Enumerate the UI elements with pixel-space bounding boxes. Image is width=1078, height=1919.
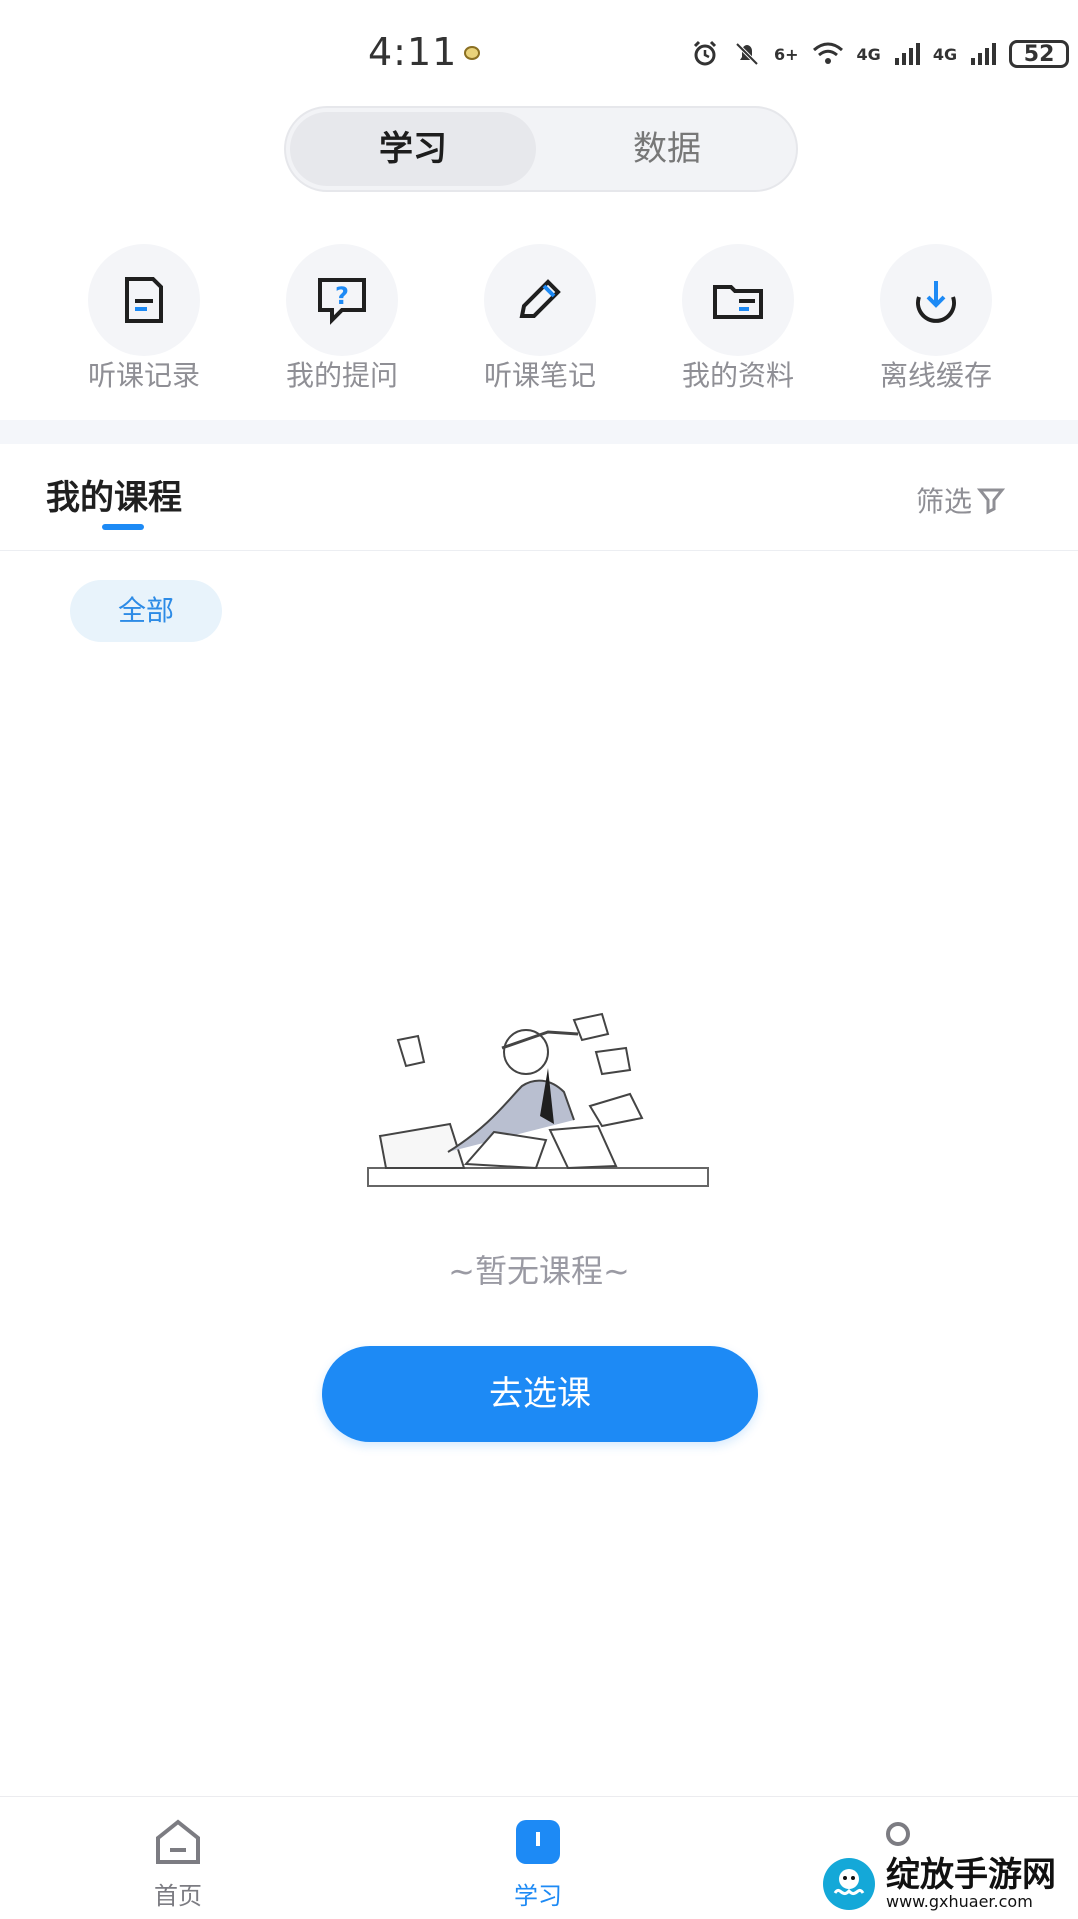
tool-label-my-materials: 我的资料 bbox=[681, 359, 794, 392]
tool-listening-records[interactable] bbox=[88, 244, 200, 356]
study-icon bbox=[516, 1820, 560, 1864]
status-icons: 6+ 4G 4G 52 bbox=[690, 34, 1078, 74]
tool-label-offline-cache: 离线缓存 bbox=[879, 359, 992, 392]
nav-home[interactable]: 首页 bbox=[98, 1812, 258, 1911]
watermark-url: www.gxhuaer.com bbox=[886, 1892, 1033, 1911]
status-time: 4:11 bbox=[368, 30, 458, 74]
home-icon bbox=[156, 1819, 200, 1864]
filter-chip-all[interactable]: 全部 bbox=[70, 580, 222, 642]
tool-label-notes: 听课笔记 bbox=[483, 359, 596, 392]
octopus-logo-icon bbox=[823, 1858, 875, 1910]
choose-course-button[interactable]: 去选课 bbox=[322, 1346, 758, 1442]
watermark-text: 绽放手游网 www.gxhuaer.com bbox=[886, 1857, 1056, 1911]
filter-button[interactable]: 筛选 bbox=[916, 480, 1006, 520]
network-label-2: 4G bbox=[856, 44, 881, 64]
folder-icon bbox=[682, 244, 794, 356]
nav-study-label: 学习 bbox=[514, 1882, 562, 1910]
active-tab-underline bbox=[102, 524, 144, 530]
nav-home-label: 首页 bbox=[154, 1882, 202, 1910]
site-watermark: 绽放手游网 www.gxhuaer.com bbox=[820, 1850, 1078, 1918]
wifi-icon bbox=[812, 42, 843, 64]
download-icon bbox=[880, 244, 992, 356]
tool-my-materials[interactable] bbox=[682, 244, 794, 356]
tab-study[interactable]: 学习 bbox=[290, 112, 536, 186]
tool-label-my-questions: 我的提问 bbox=[285, 359, 398, 392]
filter-icon bbox=[976, 488, 1006, 515]
alarm-icon bbox=[693, 40, 717, 66]
empty-state-text: ~暂无课程~ bbox=[448, 1252, 630, 1290]
nav-study[interactable]: 学习 bbox=[458, 1812, 618, 1911]
tab-data[interactable]: 数据 bbox=[540, 112, 794, 186]
silent-bell-icon bbox=[735, 42, 759, 66]
notification-dot-icon bbox=[464, 46, 480, 60]
pencil-icon bbox=[484, 244, 596, 356]
watermark-brand: 绽放手游网 bbox=[886, 1855, 1056, 1895]
empty-state-illustration bbox=[367, 1012, 709, 1187]
tool-notes[interactable] bbox=[484, 244, 596, 356]
filter-label: 筛选 bbox=[916, 485, 973, 518]
tool-my-questions[interactable]: ? bbox=[286, 244, 398, 356]
section-separator bbox=[0, 420, 1078, 444]
tool-offline-cache[interactable] bbox=[880, 244, 992, 356]
tool-label-listening-records: 听课记录 bbox=[87, 359, 200, 392]
svg-text:?: ? bbox=[335, 282, 349, 310]
network-label-3: 4G bbox=[932, 44, 958, 64]
network-label-1: 6+ bbox=[774, 44, 799, 64]
course-section-title: 我的课程 bbox=[46, 478, 182, 518]
battery-icon: 52 bbox=[1009, 40, 1070, 68]
document-icon bbox=[88, 244, 200, 356]
battery-level: 52 bbox=[1023, 41, 1055, 67]
signal-icon bbox=[894, 43, 920, 65]
divider bbox=[0, 550, 1078, 551]
question-bubble-icon: ? bbox=[286, 244, 398, 356]
signal-icon bbox=[971, 43, 997, 65]
